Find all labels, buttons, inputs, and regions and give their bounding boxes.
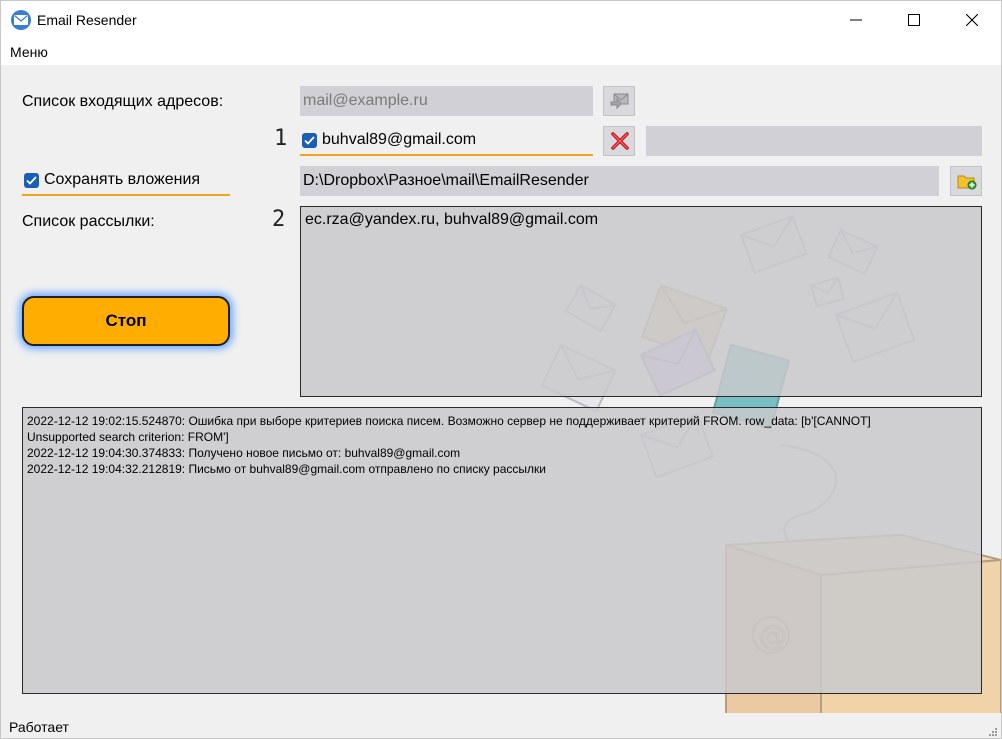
inbox-list-label: Список входящих адресов: [22, 93, 224, 110]
save-attachments-option[interactable]: Сохранять вложения [22, 166, 230, 196]
mailing-counter: 2 [272, 207, 286, 232]
inbox-entry-email: buhval89@gmail.com [322, 131, 477, 148]
delete-x-icon [611, 132, 629, 150]
browse-folder-button[interactable] [950, 166, 982, 196]
check-icon [304, 136, 315, 145]
title-bar: Email Resender [1, 1, 1001, 39]
mailing-recipients: ec.rza@yandex.ru, buhval89@gmail.com [305, 211, 599, 228]
status-text: Работает [9, 719, 69, 735]
inbox-entry-underline [300, 154, 593, 156]
save-attachments-label: Сохранять вложения [44, 171, 201, 188]
attachments-path: D:\Dropbox\Разное\mail\EmailResender [303, 172, 589, 189]
remove-inbox-button[interactable] [603, 126, 635, 156]
resize-grip-icon[interactable] [987, 726, 997, 736]
add-envelope-icon [610, 93, 629, 110]
check-icon [26, 176, 37, 185]
main-content: @ Список входящих адресов: 1 buhval89@gm… [1, 65, 1001, 738]
save-attachments-underline [22, 194, 230, 196]
log-line: Unsupported search criterion: FROM'] [27, 430, 229, 444]
close-icon [966, 14, 978, 26]
add-inbox-button[interactable] [603, 86, 635, 116]
inbox-entry-extra-field[interactable] [646, 126, 982, 156]
mailing-recipients-box[interactable]: ec.rza@yandex.ru, buhval89@gmail.com [300, 206, 982, 397]
log-box[interactable]: 2022-12-12 19:02:15.524870: Ошибка при в… [22, 407, 982, 694]
minimize-button[interactable] [827, 1, 885, 39]
maximize-button[interactable] [885, 1, 943, 39]
inbox-entry-checkbox[interactable] [302, 133, 317, 148]
status-bar: Работает [1, 713, 1001, 738]
inbox-email-field[interactable] [300, 86, 593, 116]
maximize-icon [908, 14, 920, 26]
close-button[interactable] [943, 1, 1001, 39]
mailing-list-label: Список рассылки: [22, 213, 155, 230]
attachments-path-field[interactable]: D:\Dropbox\Разное\mail\EmailResender [300, 166, 939, 196]
folder-add-icon [957, 175, 977, 190]
window-title: Email Resender [37, 12, 137, 28]
stop-button[interactable]: Стоп [22, 296, 230, 346]
inbox-counter: 1 [274, 126, 288, 151]
app-window: Email Resender Меню Список входящих адре… [0, 0, 1002, 739]
envelope-app-icon [11, 10, 31, 30]
menu-item-main[interactable]: Меню [10, 44, 48, 60]
inbox-email-input[interactable] [303, 86, 593, 116]
log-line: 2022-12-12 19:02:15.524870: Ошибка при в… [27, 414, 871, 428]
log-line: 2022-12-12 19:04:32.212819: Письмо от bu… [27, 462, 546, 476]
minimize-icon [850, 19, 862, 21]
menu-bar: Меню [1, 39, 1001, 65]
inbox-entry[interactable]: buhval89@gmail.com [300, 126, 593, 156]
save-attachments-checkbox[interactable] [24, 173, 39, 188]
log-line: 2022-12-12 19:04:30.374833: Получено нов… [27, 446, 461, 460]
